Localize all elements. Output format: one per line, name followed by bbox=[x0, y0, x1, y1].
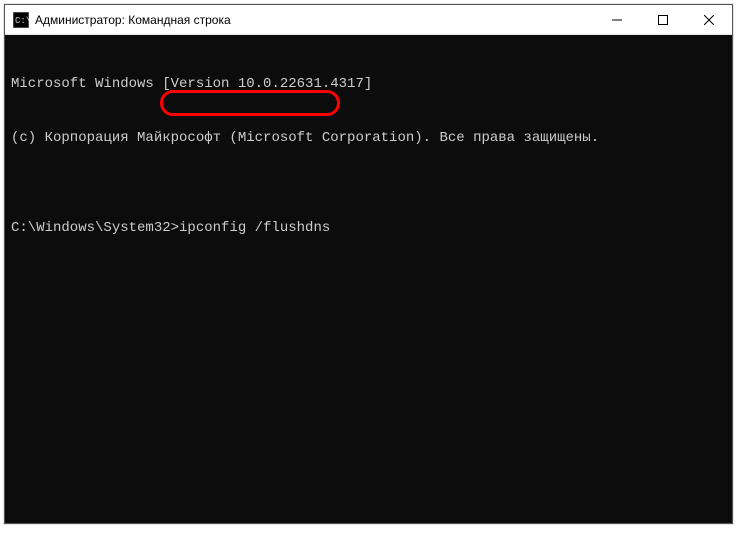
prompt-line: C:\Windows\System32>ipconfig /flushdns bbox=[11, 219, 726, 237]
window-title: Администратор: Командная строка bbox=[35, 13, 594, 27]
command-text: ipconfig /flushdns bbox=[179, 220, 330, 236]
close-button[interactable] bbox=[686, 5, 732, 34]
svg-text:C:\: C:\ bbox=[15, 16, 29, 26]
maximize-button[interactable] bbox=[640, 5, 686, 34]
cursor bbox=[330, 220, 338, 236]
terminal-output[interactable]: Microsoft Windows [Version 10.0.22631.43… bbox=[5, 35, 732, 523]
prompt-path: C:\Windows\System32> bbox=[11, 220, 179, 236]
minimize-button[interactable] bbox=[594, 5, 640, 34]
annotation-highlight bbox=[160, 90, 340, 116]
copyright-line: (c) Корпорация Майкрософт (Microsoft Cor… bbox=[11, 129, 726, 147]
command-prompt-window: C:\ Администратор: Командная строка bbox=[4, 4, 733, 524]
cmd-icon: C:\ bbox=[13, 12, 29, 28]
window-controls bbox=[594, 5, 732, 34]
maximize-icon bbox=[658, 15, 668, 25]
version-line: Microsoft Windows [Version 10.0.22631.43… bbox=[11, 75, 726, 93]
close-icon bbox=[704, 15, 714, 25]
minimize-icon bbox=[612, 15, 622, 25]
titlebar[interactable]: C:\ Администратор: Командная строка bbox=[5, 5, 732, 35]
